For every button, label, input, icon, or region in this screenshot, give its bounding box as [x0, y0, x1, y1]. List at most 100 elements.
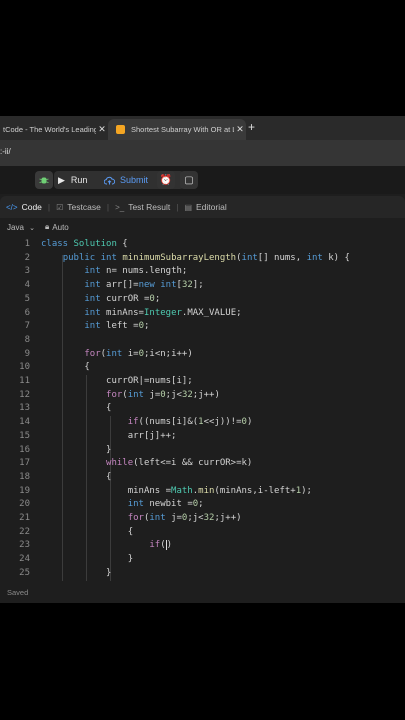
code-text: if((nums[i]&(1<<j))!=0) [127, 417, 253, 428]
address-bar[interactable]: :-ii/ [0, 140, 405, 166]
leetcode-window: tCode - The World's Leading ✕ Shortest S… [0, 116, 405, 603]
code-editor[interactable]: 1 class Solution { 2 public int minimumSub… [0, 238, 405, 581]
line-number: 13 [19, 403, 30, 414]
tab-label: Testcase [67, 202, 101, 212]
code-text: { [41, 526, 134, 537]
line-number: 10 [19, 362, 30, 373]
submit-button[interactable]: Submit [104, 171, 148, 189]
browser-tab-leetcode[interactable]: tCode - The World's Leading ✕ [0, 119, 108, 140]
chevron-down-icon: ⌄ [29, 224, 36, 232]
tab-test-result[interactable]: >_ Test Result [115, 202, 170, 212]
code-text: arr[j]++; [41, 430, 177, 441]
autocomplete-label: Auto [52, 222, 69, 232]
divider: | [176, 202, 179, 212]
code-text: int minAns=Integer.MAX_VALUE; [84, 307, 242, 318]
line-number: 25 [19, 567, 30, 578]
code-line: 22 { [0, 526, 405, 540]
code-line: 1 class Solution { [0, 238, 405, 252]
cloud-upload-icon [104, 176, 115, 184]
tab-editorial[interactable]: ▤ Editorial [184, 202, 226, 212]
line-number: 24 [19, 554, 30, 565]
book-icon: ▤ [184, 202, 193, 212]
tab-title: tCode - The World's Leading [3, 125, 96, 134]
bug-icon [39, 177, 49, 184]
browser-tab-bar: tCode - The World's Leading ✕ Shortest S… [0, 116, 405, 140]
code-line: 21 for(int j=0;j<32;j++) [0, 512, 405, 526]
code-line: 18 { [0, 471, 405, 485]
code-text: public int minimumSubarrayLength(int[] n… [62, 252, 350, 263]
line-number: 14 [19, 417, 30, 428]
tab-testcase[interactable]: ☑ Testcase [56, 202, 101, 212]
notes-button[interactable]: ▢ [180, 171, 198, 189]
browser-tab-problem[interactable]: Shortest Subarray With OR at L ✕ [108, 119, 246, 140]
code-line: 20 int newbit =0; [0, 498, 405, 512]
alarm-icon: ⏰ [159, 174, 173, 186]
code-icon: </> [6, 202, 18, 212]
code-line: 3 int n= nums.length; [0, 265, 405, 279]
line-number: 16 [19, 444, 30, 455]
code-text: } [41, 554, 134, 565]
line-number: 1 [24, 239, 30, 249]
code-line: 25 } [0, 567, 405, 581]
debugger-button[interactable] [35, 171, 53, 189]
line-number: 2 [24, 252, 30, 263]
submit-label: Submit [120, 175, 149, 185]
code-text: int n= nums.length; [84, 266, 188, 277]
code-line: 11 currOR|=nums[i]; [0, 375, 405, 389]
line-number: 9 [24, 348, 30, 359]
code-line: 14 if((nums[i]&(1<<j))!=0) [0, 416, 405, 430]
close-tab-icon[interactable]: ✕ [234, 124, 246, 135]
autocomplete-toggle[interactable]: 🔒︎ Auto [45, 222, 69, 232]
code-line: 2 public int minimumSubarrayLength(int[]… [0, 252, 405, 266]
editor-settings-bar: Java ⌄ 🔒︎ Auto [0, 218, 405, 236]
code-line: 7 int left =0; [0, 320, 405, 334]
text-cursor [165, 539, 167, 550]
tab-title: Shortest Subarray With OR at L [131, 125, 234, 134]
code-text: int arr[]=new int[32]; [84, 280, 204, 291]
code-line: 12 for(int j=0;j<32;j++) [0, 389, 405, 403]
line-number: 19 [19, 485, 30, 496]
timer-button[interactable]: ⏰ [157, 171, 175, 189]
line-number: 15 [19, 430, 30, 441]
language-select[interactable]: Java ⌄ [7, 223, 35, 232]
code-text: { [41, 471, 112, 482]
run-button[interactable]: ▶ Run [58, 171, 87, 189]
tab-label: Editorial [196, 202, 227, 212]
code-line: 17 while(left<=i && currOR>=k) [0, 457, 405, 471]
editor-toolbar: ▶ Run Submit ⏰ ▢ [0, 166, 405, 194]
code-line: 16 } [0, 444, 405, 458]
line-number: 17 [19, 458, 30, 469]
play-icon: ▶ [58, 174, 65, 185]
code-line: 13 { [0, 402, 405, 416]
code-line: 8 [0, 334, 405, 348]
line-number: 5 [24, 293, 30, 304]
code-line: 10 { [0, 361, 405, 375]
code-text: { [41, 403, 112, 414]
line-number: 18 [19, 471, 30, 482]
new-tab-icon[interactable]: + [248, 120, 255, 134]
code-line: 15 arr[j]++; [0, 430, 405, 444]
line-number: 8 [24, 334, 30, 345]
code-line: 6 int minAns=Integer.MAX_VALUE; [0, 307, 405, 321]
line-number: 21 [19, 513, 30, 523]
code-text: int newbit =0; [127, 499, 204, 510]
panel-tab-bar: </> Code | ☑ Testcase | >_ Test Result |… [0, 196, 405, 218]
line-number: 22 [19, 526, 30, 537]
note-icon: ▢ [184, 174, 194, 186]
code-line: 5 int currOR =0; [0, 293, 405, 307]
checkbox-icon: ☑ [56, 202, 64, 212]
close-tab-icon[interactable]: ✕ [96, 124, 108, 135]
line-number: 6 [24, 307, 30, 318]
line-number: 7 [24, 321, 30, 332]
code-text: } [41, 567, 112, 578]
code-line: 9 for(int i=0;i<n;i++) [0, 348, 405, 362]
line-number: 3 [24, 266, 30, 277]
language-label: Java [7, 222, 24, 232]
lock-icon: 🔒︎ [45, 222, 50, 231]
tab-code[interactable]: </> Code [6, 202, 42, 212]
code-line: 24 } [0, 553, 405, 567]
code-text: class Solution { [41, 239, 128, 249]
tab-label: Code [21, 202, 42, 212]
tab-label: Test Result [128, 202, 171, 212]
code-text: minAns =Math.min(minAns,i-left+1); [41, 485, 312, 496]
